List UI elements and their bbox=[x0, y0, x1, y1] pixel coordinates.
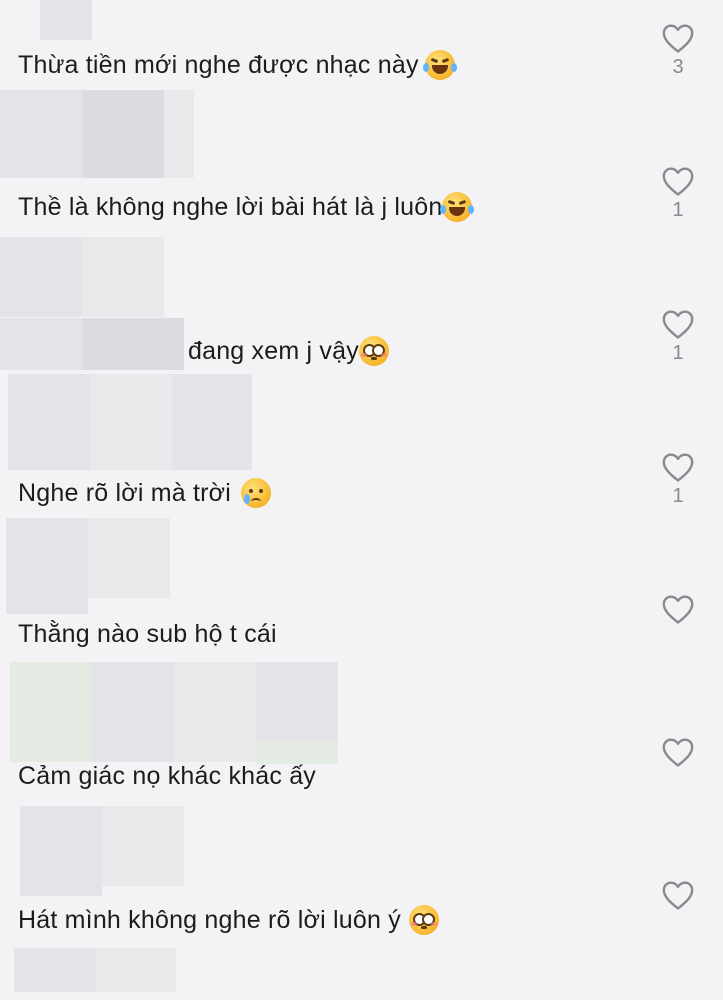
heart-outline-icon bbox=[662, 24, 694, 53]
comment-text: Hát mình không nghe rõ lời luôn ý bbox=[18, 905, 439, 935]
blurred-username bbox=[88, 518, 170, 598]
blurred-username bbox=[0, 90, 82, 178]
like-button[interactable] bbox=[660, 879, 696, 911]
heart-outline-icon bbox=[662, 738, 694, 767]
blurred-username bbox=[256, 662, 338, 742]
blurred-username bbox=[92, 662, 174, 762]
blurred-username bbox=[164, 90, 194, 178]
blurred-username bbox=[6, 518, 88, 614]
heart-outline-icon bbox=[662, 595, 694, 624]
comment-text: Thề là không nghe lời bài hát là j luôn bbox=[18, 192, 475, 222]
blurred-username bbox=[82, 318, 184, 370]
like-count: 1 bbox=[672, 342, 684, 364]
blurred-username bbox=[256, 742, 338, 764]
blurred-username bbox=[82, 237, 164, 317]
blurred-username bbox=[0, 318, 82, 370]
flushed-face-icon bbox=[408, 905, 439, 935]
comment-text: đang xem j vậy bbox=[188, 336, 389, 366]
blurred-username bbox=[102, 806, 184, 886]
heart-outline-icon bbox=[662, 310, 694, 339]
like-count: 3 bbox=[672, 56, 684, 78]
heart-outline-icon bbox=[662, 167, 694, 196]
like-button[interactable]: 1 bbox=[660, 308, 696, 364]
blurred-username bbox=[40, 0, 92, 40]
comment-text: Thằng nào sub hộ t cái bbox=[18, 620, 277, 648]
flushed-face-icon bbox=[358, 336, 389, 366]
comment-text: Thừa tiền mới nghe được nhạc này bbox=[18, 50, 457, 80]
blurred-username bbox=[10, 662, 92, 762]
like-button[interactable] bbox=[660, 593, 696, 625]
like-button[interactable]: 1 bbox=[660, 165, 696, 221]
face-with-tears-of-joy-icon bbox=[422, 50, 457, 80]
like-count: 1 bbox=[672, 199, 684, 221]
like-button[interactable]: 3 bbox=[660, 22, 696, 78]
blurred-username bbox=[96, 948, 176, 992]
blurred-username bbox=[90, 374, 172, 470]
blurred-username bbox=[14, 948, 96, 992]
blurred-username bbox=[0, 237, 82, 317]
like-count: 1 bbox=[672, 485, 684, 507]
blurred-username bbox=[172, 374, 252, 470]
heart-outline-icon bbox=[662, 453, 694, 482]
blurred-username bbox=[174, 662, 256, 762]
blurred-username bbox=[8, 374, 90, 470]
like-button[interactable]: 1 bbox=[660, 451, 696, 507]
crying-face-icon bbox=[241, 478, 272, 508]
blurred-username bbox=[82, 90, 164, 178]
heart-outline-icon bbox=[662, 881, 694, 910]
face-with-tears-of-joy-icon bbox=[440, 192, 475, 222]
blurred-username bbox=[20, 806, 102, 896]
comment-text: Nghe rõ lời mà trời bbox=[18, 478, 272, 508]
comment-text: Cảm giác nọ khác khác ấy bbox=[18, 762, 317, 790]
like-button[interactable] bbox=[660, 736, 696, 768]
